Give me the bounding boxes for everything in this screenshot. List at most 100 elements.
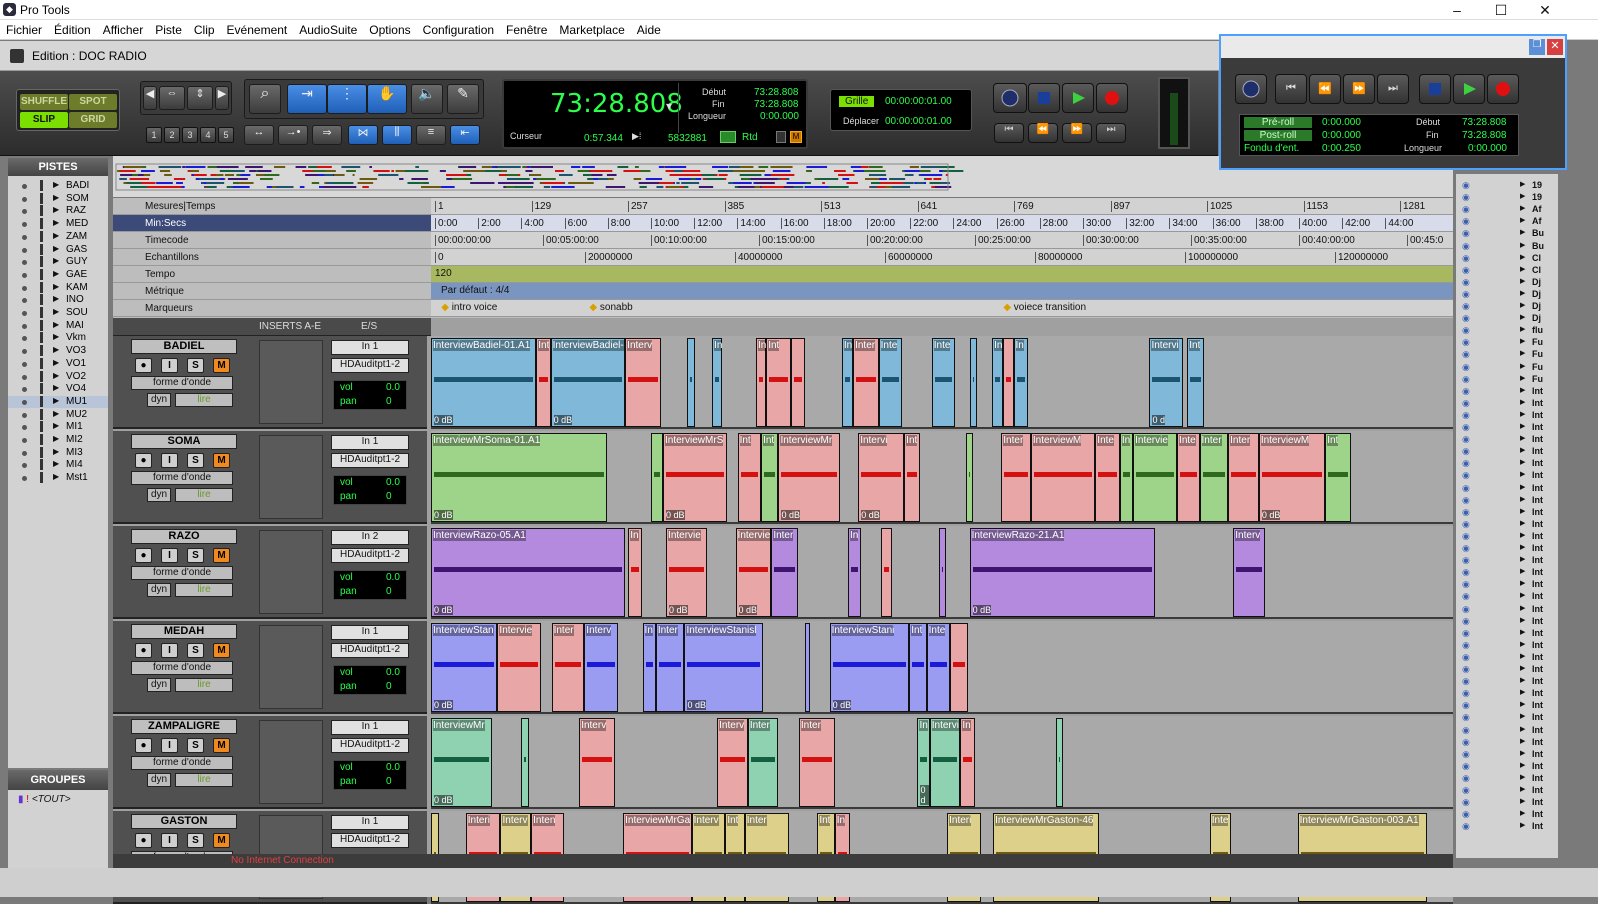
deplacer-value[interactable]: 00:00:00:01.00	[885, 116, 952, 127]
audio-clip[interactable]	[881, 528, 892, 617]
expand-icon[interactable]: ▶	[1520, 253, 1525, 261]
input-monitor-button[interactable]: I	[161, 548, 178, 563]
expand-icon[interactable]: ▶	[1520, 604, 1525, 612]
inserts-slots[interactable]	[259, 625, 323, 709]
track-playlist-lane[interactable]: InterviewMrSoma-01.A10 dBInterviewMrS0 d…	[431, 431, 1453, 524]
clip-gain[interactable]: 0 dB	[781, 510, 800, 520]
audio-clip[interactable]: Int	[904, 433, 919, 522]
expand-icon[interactable]: ▶	[1520, 289, 1525, 297]
expand-icon[interactable]: ▶	[1520, 712, 1525, 720]
ruler-label-cell[interactable]: Métrique	[113, 283, 431, 300]
record-button-2[interactable]	[1487, 74, 1519, 104]
audio-clip[interactable]	[950, 623, 967, 712]
expand-icon[interactable]: ▶	[53, 383, 59, 392]
show-track-icon[interactable]	[22, 248, 27, 253]
input-monitor-button[interactable]: I	[161, 738, 178, 753]
close-button[interactable]: ✕	[1522, 0, 1568, 20]
clip-list-item[interactable]: ◉▶Af	[1456, 216, 1556, 228]
audio-clip[interactable]: InterviewRazo-21.A10 dB	[970, 528, 1155, 617]
expand-icon[interactable]: ▶	[1520, 725, 1525, 733]
pencil-tool-icon[interactable]: ✎	[447, 84, 479, 114]
audio-clip[interactable]: InterviewMrSoma-01.A10 dB	[431, 433, 607, 522]
clip-list-item[interactable]: ◉▶Int	[1456, 640, 1556, 652]
expand-icon[interactable]: ▶	[1520, 773, 1525, 781]
audio-clip[interactable]: Interv	[1233, 528, 1265, 617]
expand-icon[interactable]: ▶	[1520, 410, 1525, 418]
mute-button[interactable]: M	[213, 358, 230, 373]
output-selector[interactable]: HDAuditpt1-2	[331, 643, 409, 658]
audio-clip[interactable]	[791, 338, 805, 427]
record-button[interactable]	[1096, 83, 1128, 113]
tracks-list-item[interactable]: ▶Vkm	[8, 332, 108, 344]
audio-clip[interactable]: InterviewStan0 dB	[431, 623, 497, 712]
audio-clip[interactable]: In	[756, 338, 766, 427]
audio-clip[interactable]	[651, 433, 663, 522]
expand-icon[interactable]: ▶	[1520, 362, 1525, 370]
play-loop-button[interactable]	[1062, 83, 1094, 113]
clip-list-item[interactable]: ◉▶flu	[1456, 325, 1556, 337]
record-arm-button[interactable]: ●	[135, 548, 152, 563]
show-track-icon[interactable]	[22, 387, 27, 392]
track-name[interactable]: BADIEL	[131, 339, 237, 354]
inserts-slots[interactable]	[259, 435, 323, 519]
clip-list-item[interactable]: ◉▶Dj	[1456, 277, 1556, 289]
expand-icon[interactable]: ▶	[1520, 628, 1525, 636]
show-track-icon[interactable]	[22, 438, 27, 443]
tracks-list-item[interactable]: ▶GAE	[8, 269, 108, 281]
output-selector[interactable]: HDAuditpt1-2	[331, 453, 409, 468]
audio-clip[interactable]: Inter	[748, 718, 779, 807]
expand-icon[interactable]: ▶	[53, 358, 59, 367]
expand-icon[interactable]: ▶	[53, 421, 59, 430]
clip-gain[interactable]: 0 dB	[434, 795, 453, 805]
audio-clip[interactable]: Inter	[799, 718, 835, 807]
expand-icon[interactable]: ▶	[53, 282, 59, 291]
record-arm-button[interactable]: ●	[135, 358, 152, 373]
track-name[interactable]: SOMA	[131, 434, 237, 449]
ruler-label-cell[interactable]: Echantillons	[113, 249, 431, 266]
expand-icon[interactable]: ▶	[1520, 543, 1525, 551]
expand-icon[interactable]: ▶	[1520, 483, 1525, 491]
zoomer-tool-icon[interactable]: ⌕	[249, 84, 281, 114]
audio-clip[interactable]	[687, 338, 695, 427]
expand-icon[interactable]: ▶	[1520, 616, 1525, 624]
output-selector[interactable]: HDAuditpt1-2	[331, 738, 409, 753]
automation-mode-lire[interactable]: lire	[175, 583, 233, 597]
show-track-icon[interactable]	[22, 209, 27, 214]
play-button-2[interactable]	[1453, 74, 1485, 104]
audio-clip[interactable]: Int	[738, 433, 762, 522]
expand-icon[interactable]: ▶	[53, 205, 59, 214]
inserts-slots[interactable]	[259, 720, 323, 804]
audio-clip[interactable]: InterviewStanisl0 dB	[684, 623, 763, 712]
vol-pan-display[interactable]: vol0.0pan0	[333, 570, 407, 600]
solo-button[interactable]: S	[187, 833, 204, 848]
expand-icon[interactable]: ▶	[1520, 446, 1525, 454]
audio-clip[interactable]: Intervi0 dB	[858, 433, 904, 522]
clip-list-item[interactable]: ◉▶Int	[1456, 773, 1556, 785]
solo-button[interactable]: S	[187, 453, 204, 468]
expand-icon[interactable]: ▶	[53, 256, 59, 265]
zoom-out-arrow-icon[interactable]: ◀	[143, 86, 157, 110]
show-track-icon[interactable]	[22, 222, 27, 227]
clip-list-item[interactable]: ◉▶Int	[1456, 797, 1556, 809]
expand-icon[interactable]: ▶	[1520, 676, 1525, 684]
horizontal-zoom-icon[interactable]: ⇔	[159, 86, 185, 110]
automation-follows-icon[interactable]: ≡	[416, 125, 446, 145]
show-track-icon[interactable]	[22, 197, 27, 202]
debut-value[interactable]: 73:28.808	[754, 87, 799, 98]
record-arm-button[interactable]: ●	[135, 453, 152, 468]
zoom-preset-1[interactable]: 1	[146, 127, 162, 143]
audio-clip[interactable]: Intervi0 d	[1149, 338, 1183, 427]
tracks-list-item[interactable]: ▶GAS	[8, 244, 108, 256]
mirror-midi-icon[interactable]: ⫼	[382, 125, 412, 145]
automation-mode-lire[interactable]: lire	[175, 773, 233, 787]
tracks-list-item[interactable]: ▶VO1	[8, 358, 108, 370]
automation-mode-dyn[interactable]: dyn	[147, 773, 171, 787]
metre-marker[interactable]: Par défaut : 4/4	[441, 285, 509, 296]
expand-icon[interactable]: ▶	[1520, 495, 1525, 503]
solo-button[interactable]: S	[187, 358, 204, 373]
show-track-icon[interactable]	[22, 298, 27, 303]
clip-gain[interactable]: 0 dB	[739, 605, 758, 615]
clip-list-item[interactable]: ◉▶Int	[1456, 507, 1556, 519]
clip-list-item[interactable]: ◉▶Int	[1456, 737, 1556, 749]
expand-icon[interactable]: ▶	[53, 231, 59, 240]
